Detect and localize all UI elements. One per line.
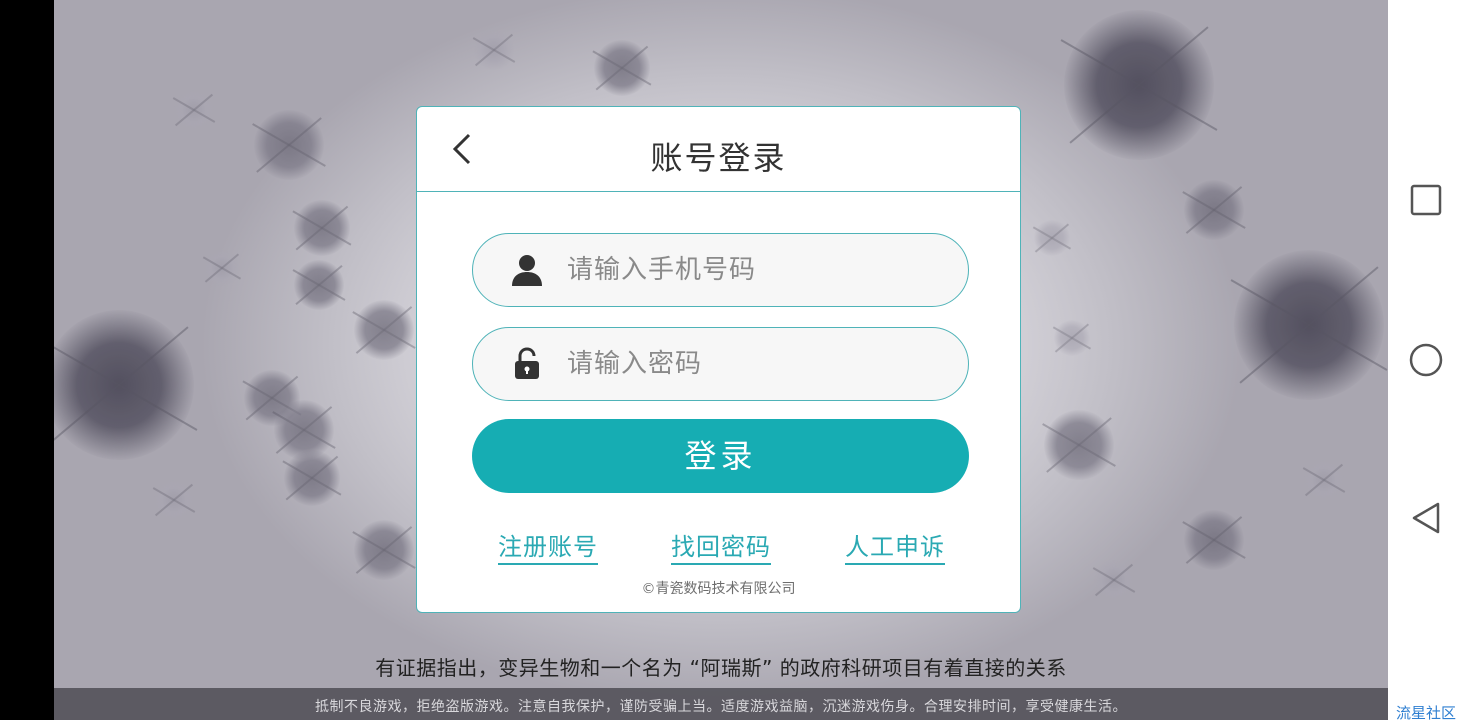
virus-particle <box>284 450 340 506</box>
virus-particle <box>294 200 350 256</box>
story-text: 有证据指出，变异生物和一个名为 “阿瑞斯” 的政府科研项目有着直接的关系 <box>375 656 1067 680</box>
manual-appeal-link[interactable]: 人工申诉 <box>845 533 945 565</box>
virus-particle <box>1034 220 1070 256</box>
triangle-back-icon[interactable] <box>1408 500 1444 536</box>
recover-password-link[interactable]: 找回密码 <box>671 533 771 565</box>
virus-particle <box>354 520 414 580</box>
virus-particle <box>174 90 214 130</box>
virus-particle <box>294 260 344 310</box>
user-icon <box>509 252 545 288</box>
dialog-header: 账号登录 <box>417 107 1020 192</box>
virus-particle <box>154 480 194 520</box>
virus-particle <box>1184 180 1244 240</box>
phone-field[interactable] <box>472 233 969 307</box>
virus-particle <box>1094 560 1134 600</box>
virus-particle <box>1064 10 1214 160</box>
square-icon[interactable] <box>1408 182 1444 218</box>
virus-particle <box>354 300 414 360</box>
left-black-strip <box>0 0 54 720</box>
password-input[interactable] <box>567 344 947 384</box>
copyright-text: ©青瓷数码技术有限公司 <box>641 581 796 597</box>
system-nav-bar <box>1388 0 1464 720</box>
health-notice: 抵制不良游戏，拒绝盗版游戏。注意自我保护，谨防受骗上当。适度游戏益脑，沉迷游戏伤… <box>315 699 1127 715</box>
virus-particle <box>254 110 324 180</box>
lock-icon <box>509 346 545 382</box>
circle-icon[interactable] <box>1408 342 1444 378</box>
login-dialog: 账号登录 登录 注册账号 找回 <box>416 106 1021 613</box>
virus-particle <box>1054 320 1090 356</box>
virus-particle <box>54 310 194 460</box>
virus-particle <box>204 250 240 286</box>
watermark: 流星社区 <box>1396 704 1457 720</box>
dialog-title: 账号登录 <box>650 139 787 177</box>
virus-particle <box>474 30 514 70</box>
virus-particle <box>1044 410 1114 480</box>
virus-particle <box>1184 510 1244 570</box>
virus-particle <box>594 40 650 96</box>
virus-particle <box>1304 460 1344 500</box>
password-field[interactable] <box>472 327 969 401</box>
screen: 有证据指出，变异生物和一个名为 “阿瑞斯” 的政府科研项目有着直接的关系 抵制不… <box>0 0 1464 720</box>
register-link[interactable]: 注册账号 <box>498 533 598 565</box>
login-button[interactable]: 登录 <box>472 419 969 493</box>
phone-input[interactable] <box>567 250 947 290</box>
virus-particle <box>1234 250 1384 400</box>
